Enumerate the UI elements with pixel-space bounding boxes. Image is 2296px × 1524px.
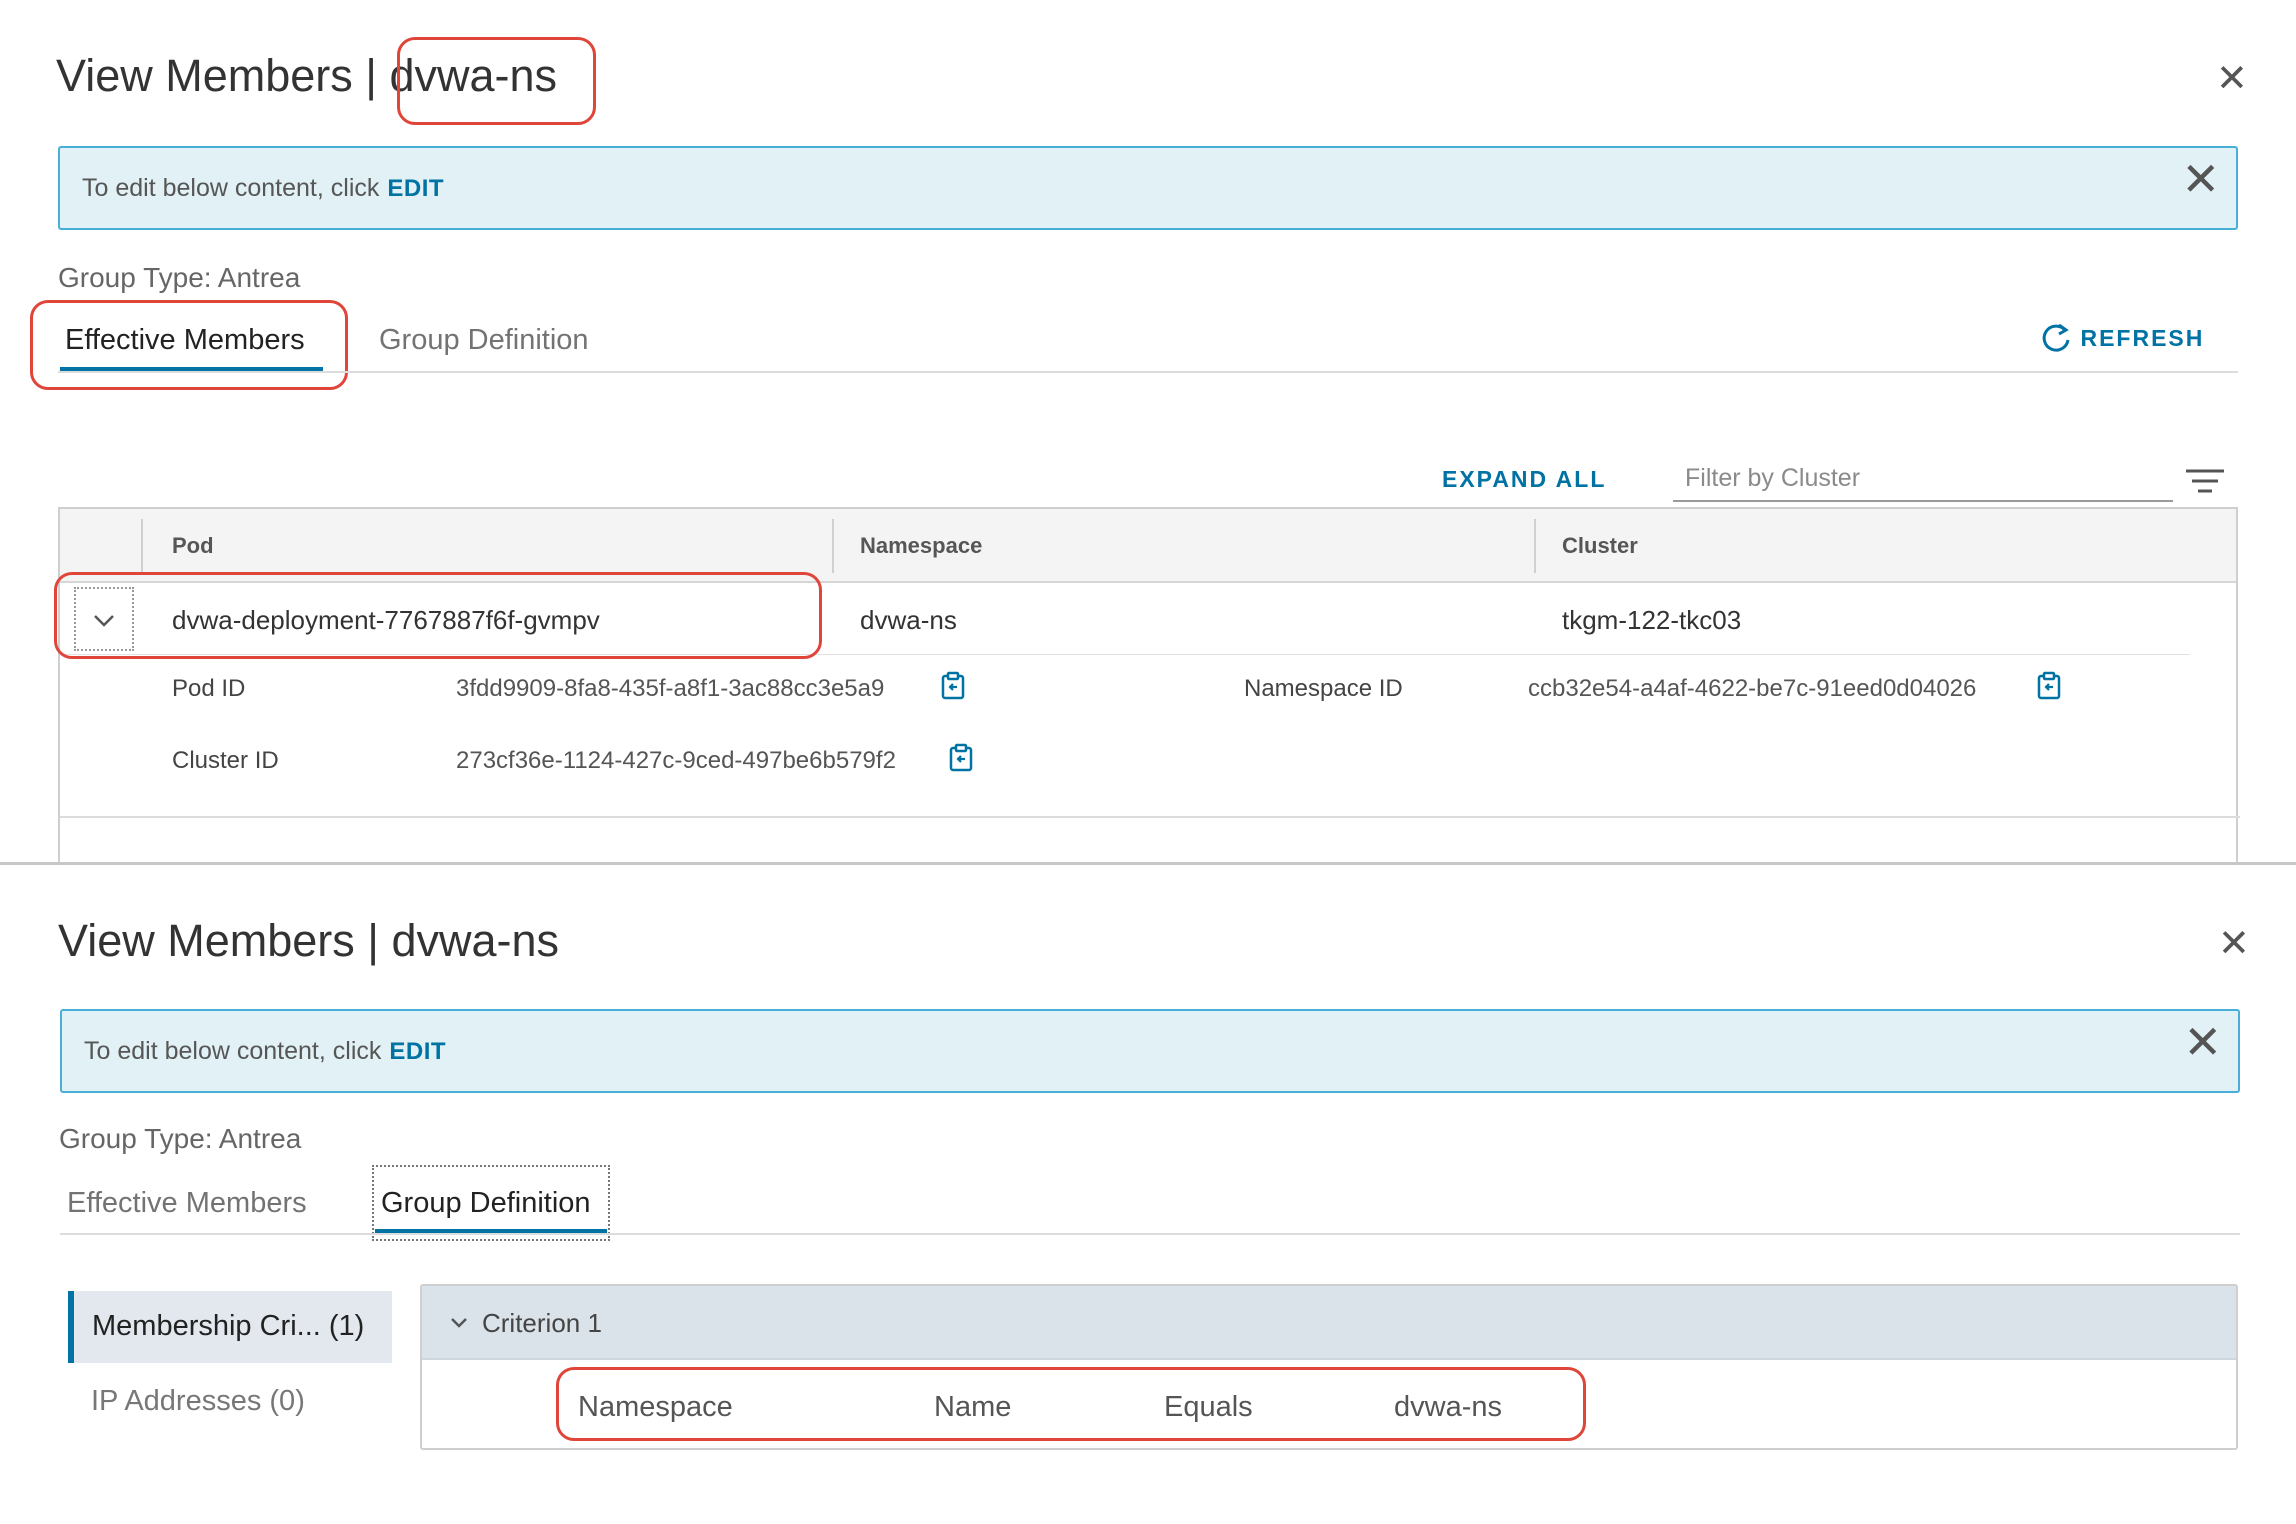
column-separator xyxy=(1534,519,1536,573)
info-banner: To edit below content, click EDIT ✕ xyxy=(58,146,2238,230)
info-banner-text: To edit below content, click EDIT xyxy=(84,1037,446,1066)
refresh-label: REFRESH xyxy=(2080,324,2205,351)
close-icon[interactable]: ✕ xyxy=(2181,156,2220,202)
refresh-button[interactable]: REFRESH xyxy=(2040,321,2204,355)
column-header-namespace[interactable]: Namespace xyxy=(860,533,982,559)
criterion-card: Criterion 1 Namespace Name Equals dvwa-n… xyxy=(420,1284,2238,1450)
pod-name-cell: dvwa-deployment-7767887f6f-gvmpv xyxy=(172,605,600,635)
cluster-id-label: Cluster ID xyxy=(172,747,279,774)
tab-group-definition[interactable]: Group Definition xyxy=(379,324,589,357)
column-separator xyxy=(141,519,143,573)
chevron-down-icon xyxy=(451,1318,467,1328)
members-datagrid: Pod Namespace Cluster dvwa-deployment-77… xyxy=(58,507,2240,862)
namespace-cell: dvwa-ns xyxy=(860,605,957,635)
criterion-value: dvwa-ns xyxy=(1394,1391,1502,1423)
sidebar-item-ip-addresses[interactable]: IP Addresses (0) xyxy=(91,1385,305,1418)
close-dialog-button[interactable]: ✕ xyxy=(2218,921,2250,966)
row-divider xyxy=(60,654,2190,655)
criterion-member-type: Namespace xyxy=(578,1391,733,1423)
copy-cluster-id-icon[interactable] xyxy=(946,743,976,773)
sidebar-active-indicator xyxy=(68,1291,74,1363)
cluster-cell: tkgm-122-tkc03 xyxy=(1562,605,1742,635)
tab-divider xyxy=(60,1233,2240,1235)
refresh-icon xyxy=(2042,323,2070,352)
sidebar-item-membership-criteria[interactable]: Membership Cri... (1) xyxy=(68,1291,392,1363)
page-title: View Members | dvwa-ns xyxy=(58,915,560,966)
namespace-id-value: ccb32e54-a4af-4622-be7c-91eed0d04026 xyxy=(1528,675,1977,702)
info-banner-text: To edit below content, click EDIT xyxy=(82,174,444,203)
tab-group-definition[interactable]: Group Definition xyxy=(381,1187,591,1220)
criterion-title: Criterion 1 xyxy=(482,1308,602,1338)
page-title: View Members | dvwa-ns xyxy=(56,50,557,102)
pod-id-label: Pod ID xyxy=(172,675,246,702)
page-title-prefix: View Members | xyxy=(56,50,377,101)
effective-members-panel: View Members | dvwa-ns ✕ To edit below c… xyxy=(0,0,2296,862)
tab-effective-members[interactable]: Effective Members xyxy=(67,1187,307,1220)
cluster-id-value: 273cf36e-1124-427c-9ced-497be6b579f2 xyxy=(456,747,896,774)
tab-divider xyxy=(58,371,2238,373)
sidebar-item-label: Membership Cri... (1) xyxy=(92,1310,365,1342)
chevron-down-icon xyxy=(94,615,114,627)
column-header-pod[interactable]: Pod xyxy=(172,533,214,559)
row-expand-toggle[interactable] xyxy=(74,587,134,651)
filter-by-cluster-input[interactable] xyxy=(1673,456,2173,502)
pod-id-value: 3fdd9909-8fa8-435f-a8f1-3ac88cc3e5a9 xyxy=(456,675,885,702)
namespace-id-label: Namespace ID xyxy=(1244,675,1403,702)
info-banner: To edit below content, click EDIT ✕ xyxy=(60,1009,2240,1093)
group-type-label: Group Type: Antrea xyxy=(59,1123,302,1154)
banner-edit-link[interactable]: EDIT xyxy=(389,1038,446,1065)
banner-edit-link[interactable]: EDIT xyxy=(387,175,444,202)
banner-message: To edit below content, click xyxy=(84,1037,382,1065)
page-title-group: dvwa-ns xyxy=(389,50,558,101)
column-header-cluster[interactable]: Cluster xyxy=(1562,533,1638,559)
banner-message: To edit below content, click xyxy=(82,174,380,202)
copy-pod-id-icon[interactable] xyxy=(938,671,968,701)
close-icon[interactable]: ✕ xyxy=(2183,1019,2222,1065)
group-definition-panel: View Members | dvwa-ns ✕ To edit below c… xyxy=(0,865,2296,1524)
group-type-label: Group Type: Antrea xyxy=(58,262,301,293)
datagrid-header: Pod Namespace Cluster xyxy=(60,509,2236,583)
filter-icon[interactable] xyxy=(2184,466,2226,496)
criterion-key: Name xyxy=(934,1391,1012,1423)
column-separator xyxy=(832,519,834,573)
close-dialog-button[interactable]: ✕ xyxy=(2216,56,2248,101)
copy-namespace-id-icon[interactable] xyxy=(2034,671,2064,701)
criterion-operator: Equals xyxy=(1164,1391,1253,1423)
tab-effective-members[interactable]: Effective Members xyxy=(65,324,305,357)
datagrid-footer-divider xyxy=(60,816,2240,818)
criterion-header[interactable]: Criterion 1 xyxy=(422,1286,2236,1360)
expand-all-button[interactable]: EXPAND ALL xyxy=(1442,466,1606,493)
